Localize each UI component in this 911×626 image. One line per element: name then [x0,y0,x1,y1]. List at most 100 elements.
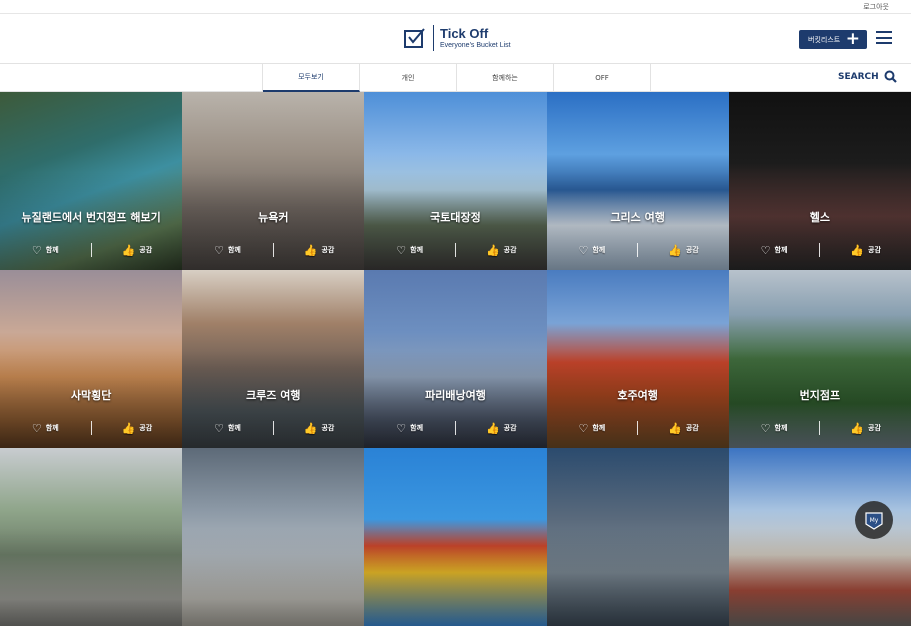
logo[interactable]: Tick Off Everyone's Bucket List [403,25,511,51]
tile-actions: ♡ 함께 👍 공감 [364,243,546,257]
together-label: 함께 [45,246,59,254]
tile-image [364,448,547,626]
empathy-button[interactable]: 👍 공감 [638,244,729,257]
thumbs-up-icon: 👍 [121,243,136,257]
bucket-tile[interactable]: 사막횡단 ♡ 함께 👍 공감 [0,270,183,448]
together-button[interactable]: ♡ 함께 [182,422,273,435]
empathy-button[interactable]: 👍 공감 [274,422,365,435]
empathy-button[interactable]: 👍 공감 [820,422,911,435]
logout-link[interactable]: 로그아웃 [863,2,889,12]
heart-icon: ♡ [578,421,589,435]
tile-actions: ♡ 함께 👍 공감 [729,243,911,257]
bucket-tile[interactable]: 뉴욕커 ♡ 함께 👍 공감 [182,92,365,270]
heart-icon: ♡ [396,243,407,257]
tile-actions: ♡ 함께 👍 공감 [729,421,911,435]
tile-title: 뉴욕커 [258,211,289,224]
empathy-button[interactable]: 👍 공감 [274,244,365,257]
empathy-button[interactable]: 👍 공감 [820,244,911,257]
bucket-tile[interactable] [364,448,547,626]
thumbs-up-icon: 👍 [668,421,682,435]
tab-off[interactable]: OFF [554,64,651,92]
empathy-label: 공감 [503,424,517,432]
my-page-button[interactable]: My [855,501,893,539]
together-label: 함께 [774,424,788,432]
tile-title: 크루즈 여행 [246,389,301,402]
bucket-tile[interactable] [728,448,911,626]
heart-icon: ♡ [760,243,771,257]
thumbs-up-icon: 👍 [668,243,682,257]
tab-personal[interactable]: 개인 [360,64,457,92]
together-label: 함께 [592,424,606,432]
empathy-button[interactable]: 👍 공감 [456,244,547,257]
bucket-tile[interactable]: 호주여행 ♡ 함께 👍 공감 [546,270,729,448]
together-button[interactable]: ♡ 함께 [547,244,638,257]
tile-title: 국토대장정 [430,211,481,224]
bucket-tile[interactable]: 뉴질랜드에서 번지점프 해보기 ♡ 함께 👍 공감 [0,92,183,270]
empathy-button[interactable]: 👍 공감 [92,422,183,435]
heart-icon: ♡ [760,421,771,435]
tile-image [0,448,183,626]
search-icon [884,70,897,83]
tile-title: 사막횡단 [70,389,112,402]
tab-all[interactable]: 모두보기 [263,64,360,92]
together-label: 함께 [227,424,241,432]
bucket-tile[interactable]: 헬스 ♡ 함께 👍 공감 [728,92,911,270]
logo-subtitle: Everyone's Bucket List [440,42,511,50]
logo-divider [433,25,434,51]
together-button[interactable]: ♡ 함께 [364,244,455,257]
my-badge-label: My [870,517,879,524]
bucket-tile[interactable]: 그리스 여행 ♡ 함께 👍 공감 [546,92,729,270]
empathy-button[interactable]: 👍 공감 [638,422,729,435]
empathy-label: 공감 [685,246,699,254]
bucket-list-add-button[interactable]: 버킷리스트 + [799,30,867,49]
empathy-button[interactable]: 👍 공감 [92,244,183,257]
menu-icon[interactable] [876,31,892,44]
tile-actions: ♡ 함께 👍 공감 [547,421,729,435]
empathy-label: 공감 [868,424,881,432]
empathy-label: 공감 [685,424,699,432]
together-button[interactable]: ♡ 함께 [547,422,638,435]
together-button[interactable]: ♡ 함께 [729,422,820,435]
empathy-label: 공감 [503,246,517,254]
bucket-tile[interactable]: 국토대장정 ♡ 함께 👍 공감 [364,92,547,270]
together-label: 함께 [774,246,788,254]
topbar: 로그아웃 [0,0,911,14]
together-button[interactable]: ♡ 함께 [729,244,820,257]
bucket-tile[interactable]: 번지점프 ♡ 함께 👍 공감 [728,270,911,448]
tile-title: 그리스 여행 [610,211,665,224]
bucket-tile[interactable]: 파리배낭여행 ♡ 함께 👍 공감 [364,270,547,448]
together-label: 함께 [410,246,424,254]
together-label: 함께 [410,424,424,432]
heart-icon: ♡ [31,243,42,257]
tile-actions: ♡ 함께 👍 공감 [182,421,364,435]
empathy-label: 공감 [868,246,881,254]
thumbs-up-icon: 👍 [303,421,318,435]
together-button[interactable]: ♡ 함께 [0,422,91,435]
heart-icon: ♡ [578,243,589,257]
bucket-tile[interactable] [546,448,729,626]
tile-image [182,448,365,626]
empathy-label: 공감 [321,246,335,254]
tile-actions: ♡ 함께 👍 공감 [0,421,182,435]
tab-together[interactable]: 함께하는 [457,64,554,92]
tile-title: 헬스 [809,211,830,224]
bucket-tile[interactable] [0,448,183,626]
together-button[interactable]: ♡ 함께 [182,244,273,257]
logo-title: Tick Off [440,25,489,41]
bucket-list-label: 버킷리스트 [808,35,841,44]
together-label: 함께 [45,424,59,432]
bucket-tile[interactable]: 크루즈 여행 ♡ 함께 👍 공감 [182,270,365,448]
tile-image [728,448,911,626]
bucket-tile[interactable] [182,448,365,626]
empathy-button[interactable]: 👍 공감 [456,422,547,435]
empathy-label: 공감 [139,424,153,432]
thumbs-up-icon: 👍 [303,243,318,257]
together-button[interactable]: ♡ 함께 [364,422,455,435]
tile-actions: ♡ 함께 👍 공감 [547,243,729,257]
heart-icon: ♡ [396,421,407,435]
checkbox-logo-icon [404,28,425,48]
plus-icon: + [845,29,860,49]
together-button[interactable]: ♡ 함께 [0,244,91,257]
search-button[interactable]: SEARCH [838,70,897,83]
thumbs-up-icon: 👍 [121,421,136,435]
